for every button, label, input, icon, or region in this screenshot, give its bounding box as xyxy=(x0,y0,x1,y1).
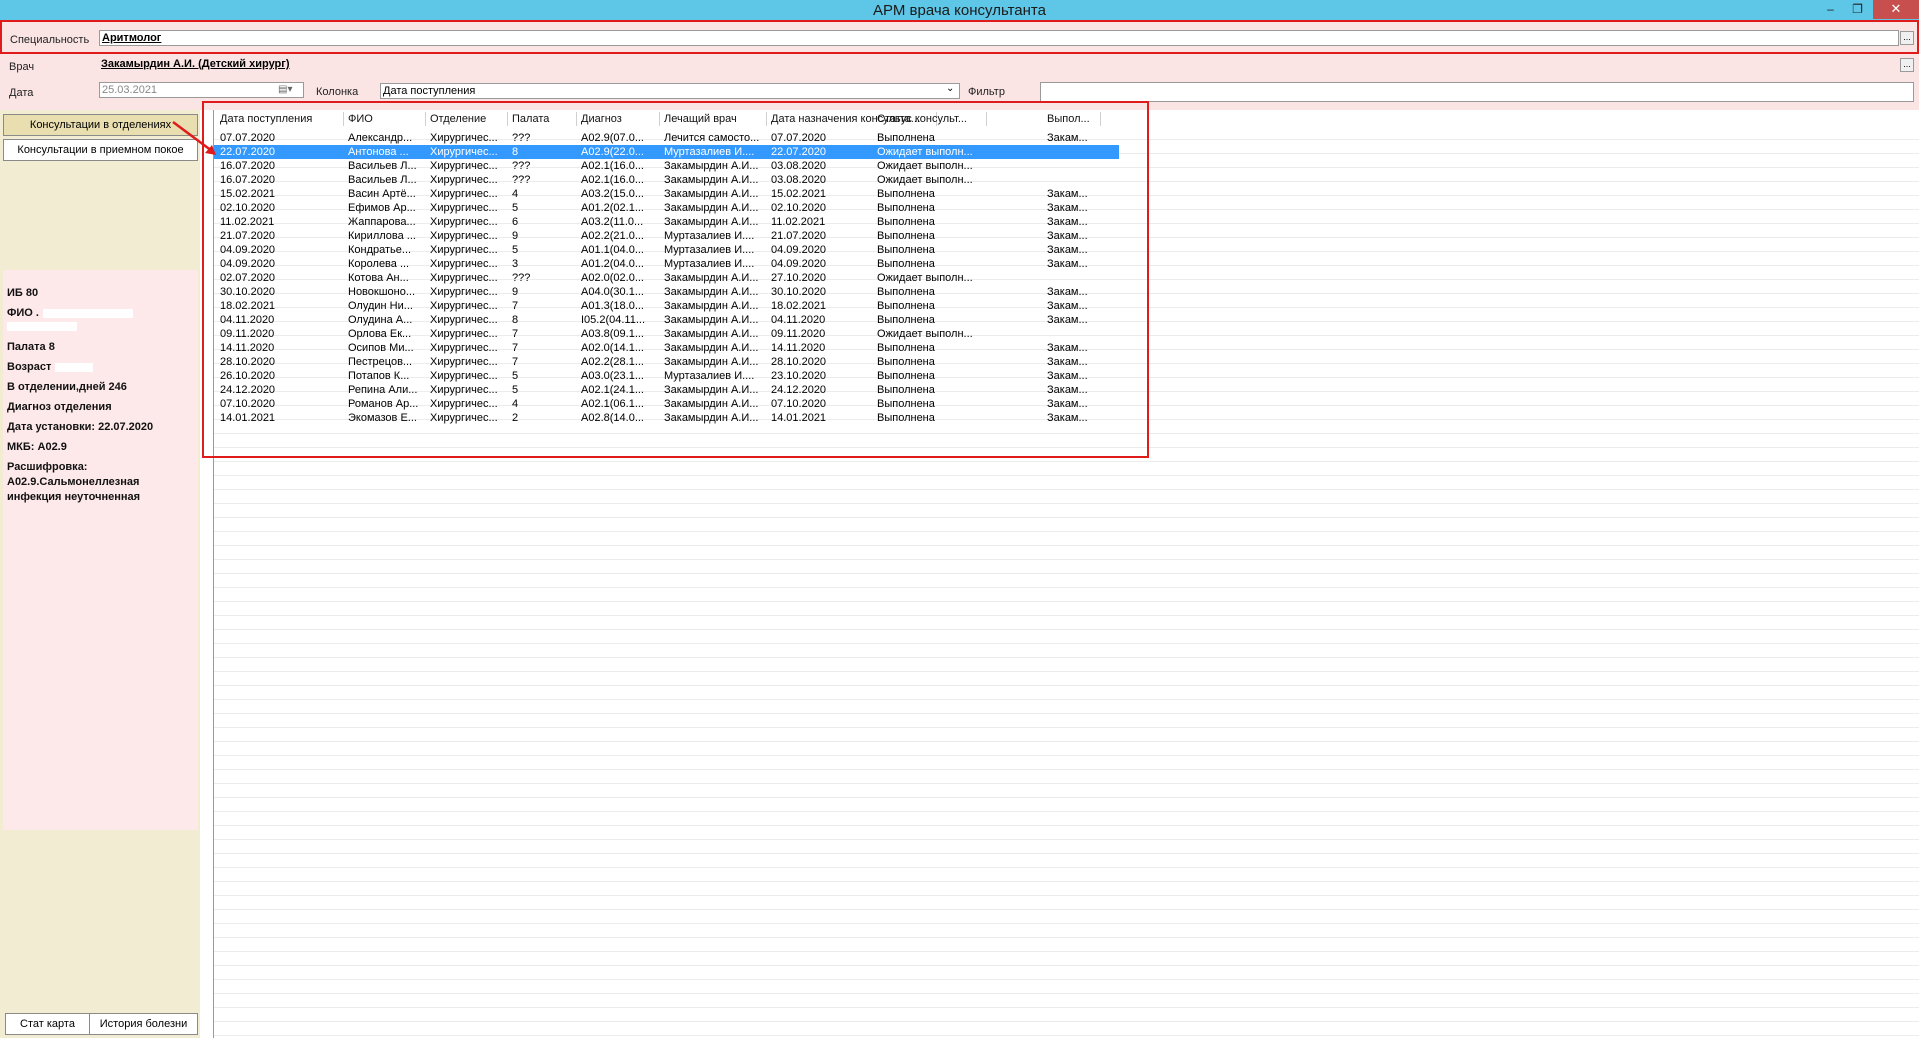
chevron-down-icon[interactable]: ⌄ xyxy=(946,83,954,94)
filter-label: Фильтр xyxy=(968,86,1005,98)
patient-decode-line1: A02.9.Сальмонеллезная xyxy=(7,476,140,488)
patient-decode-label: Расшифровка: xyxy=(7,461,88,473)
patient-info-panel xyxy=(3,270,198,830)
patient-set-date: Дата установки: 22.07.2020 xyxy=(7,421,154,433)
date-label: Дата xyxy=(9,87,34,99)
doctor-field[interactable]: Закамырдин А.И. (Детский хирург) xyxy=(99,57,1899,73)
minimize-button[interactable]: – xyxy=(1817,0,1844,19)
patient-mkb: МКБ: A02.9 xyxy=(7,441,67,453)
filter-input[interactable] xyxy=(1040,82,1914,102)
specialty-highlight xyxy=(0,20,1919,54)
window-title: АРМ врача консультанта xyxy=(873,2,1046,19)
calendar-icon[interactable]: ▤▾ xyxy=(278,84,292,95)
patient-room: Палата 8 xyxy=(7,341,55,353)
patient-ib: ИБ 80 xyxy=(7,287,39,299)
patient-decode-line2: инфекция неуточненная xyxy=(7,491,141,503)
redacted-mark xyxy=(7,322,77,331)
doctor-label: Врач xyxy=(9,61,35,73)
date-field[interactable]: 25.03.2021 xyxy=(99,82,304,98)
title-bar: АРМ врача консультанта – ❐ ✕ xyxy=(0,0,1919,20)
case-history-button[interactable]: История болезни xyxy=(89,1013,198,1035)
annotation-arrow xyxy=(172,120,216,155)
column-select[interactable]: Дата поступления xyxy=(380,83,960,99)
patient-fio: ФИО . xyxy=(7,307,133,319)
doctor-ellipsis-button[interactable]: ... xyxy=(1900,58,1914,72)
column-label: Колонка xyxy=(316,86,359,98)
patient-dept-diagnosis: Диагноз отделения xyxy=(7,401,112,413)
grid-highlight xyxy=(202,101,1149,458)
patient-age: Возраст xyxy=(7,361,94,373)
reception-consult-button[interactable]: Консультации в приемном покое xyxy=(3,139,198,161)
stat-card-button[interactable]: Стат карта xyxy=(5,1013,90,1035)
restore-button[interactable]: ❐ xyxy=(1844,0,1871,19)
departments-consult-button[interactable]: Консультации в отделениях xyxy=(3,114,198,136)
close-button[interactable]: ✕ xyxy=(1873,0,1919,19)
patient-days: В отделении,дней 246 xyxy=(7,381,127,393)
